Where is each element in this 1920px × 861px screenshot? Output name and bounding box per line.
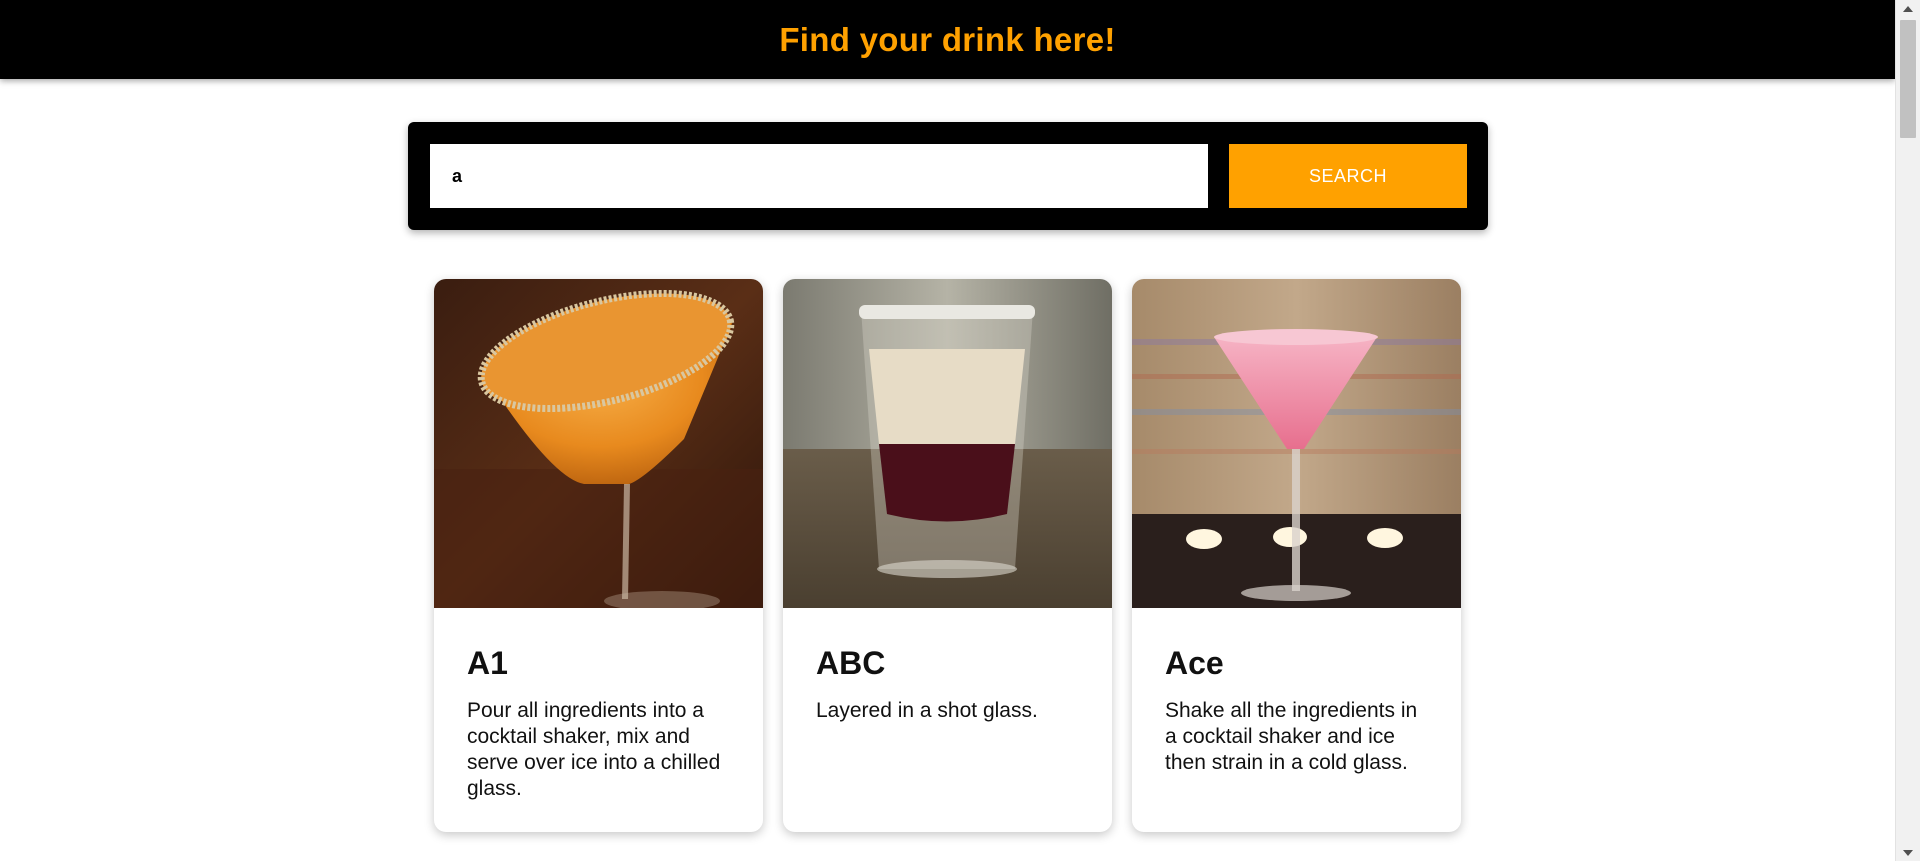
drink-card-ace[interactable]: Ace Shake all the ingredients in a cockt… (1132, 279, 1461, 832)
page-title: Find your drink here! (779, 20, 1116, 58)
drink-card-a1[interactable]: A1 Pour all ingredients into a cocktail … (434, 279, 763, 832)
top-navbar: Find your drink here! (0, 0, 1895, 79)
drink-image (434, 279, 763, 608)
scroll-down-arrow-icon[interactable] (1896, 844, 1920, 861)
search-button[interactable]: SEARCH (1229, 144, 1467, 208)
browser-viewport: Find your drink here! SEARCH (0, 0, 1920, 861)
drink-name: ABC (816, 645, 886, 681)
drink-name: Ace (1165, 645, 1224, 681)
search-input[interactable] (430, 144, 1208, 208)
drink-image (783, 279, 1112, 608)
page: Find your drink here! SEARCH (0, 0, 1895, 861)
drink-card-abc[interactable]: ABC Layered in a shot glass. (783, 279, 1112, 832)
scroll-up-arrow-icon[interactable] (1896, 0, 1920, 17)
drink-name: A1 (467, 645, 508, 681)
drink-instructions: Pour all ingredients into a cocktail sha… (467, 699, 721, 800)
search-bar: SEARCH (408, 122, 1488, 230)
vertical-scrollbar[interactable] (1895, 0, 1920, 861)
drink-instructions: Layered in a shot glass. (816, 699, 1038, 722)
drink-image (1132, 279, 1461, 608)
drink-instructions: Shake all the ingredients in a cocktail … (1165, 699, 1418, 774)
scroll-thumb[interactable] (1900, 20, 1916, 138)
